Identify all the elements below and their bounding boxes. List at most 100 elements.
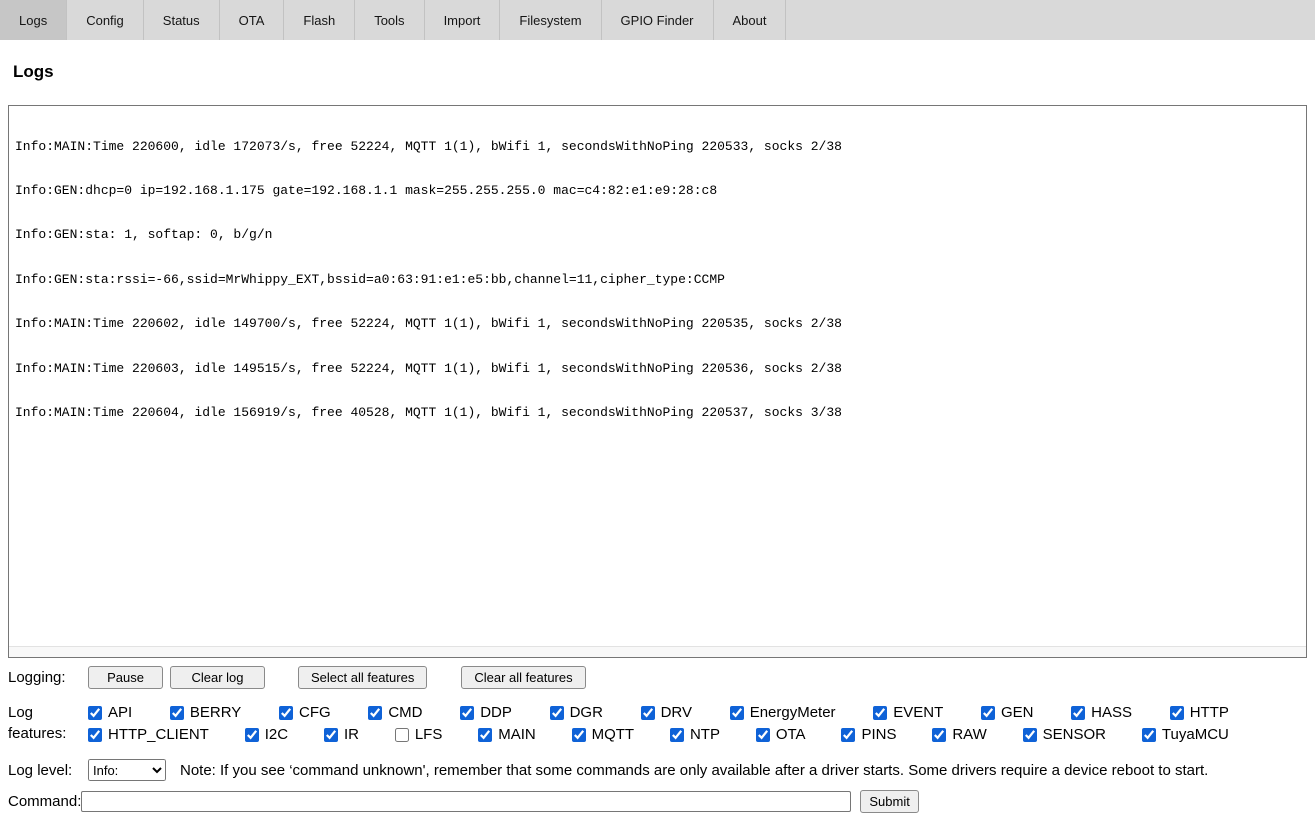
feature-checkbox-energymeter[interactable] [729, 705, 744, 720]
tab-config[interactable]: Config [67, 0, 144, 40]
tab-about[interactable]: About [714, 0, 787, 40]
logging-label: Logging: [8, 669, 66, 686]
feature-checkbox-ddp[interactable] [460, 705, 475, 720]
tab-status[interactable]: Status [144, 0, 220, 40]
log-features-label: Log features: [8, 704, 67, 742]
feature-item-mqtt[interactable]: MQTT [571, 726, 635, 743]
feature-item-http-client[interactable]: HTTP_CLIENT [88, 726, 209, 743]
feature-item-ddp[interactable]: DDP [460, 704, 512, 721]
log-line: Info:MAIN:Time 220600, idle 172073/s, fr… [15, 138, 842, 154]
feature-item-berry[interactable]: BERRY [169, 704, 242, 721]
feature-item-api[interactable]: API [88, 704, 132, 721]
feature-label: DGR [569, 704, 603, 721]
feature-item-tuyamcu[interactable]: TuyaMCU [1141, 726, 1229, 743]
feature-item-http[interactable]: HTTP [1169, 704, 1229, 721]
feature-label: PINS [861, 726, 897, 743]
tab-gpio-finder[interactable]: GPIO Finder [602, 0, 714, 40]
feature-checkbox-event[interactable] [873, 705, 888, 720]
feature-item-i2c[interactable]: I2C [244, 726, 289, 743]
feature-checkbox-cmd[interactable] [368, 705, 383, 720]
feature-item-cfg[interactable]: CFG [278, 704, 331, 721]
feature-label: HTTP_CLIENT [108, 726, 209, 743]
tab-logs[interactable]: Logs [0, 0, 68, 40]
horizontal-scrollbar[interactable] [9, 646, 1306, 657]
feature-item-raw[interactable]: RAW [932, 726, 987, 743]
tab-flash[interactable]: Flash [284, 0, 356, 40]
feature-item-main[interactable]: MAIN [478, 726, 536, 743]
command-input[interactable] [81, 791, 852, 812]
feature-checkbox-cfg[interactable] [278, 705, 293, 720]
feature-item-ir[interactable]: IR [323, 726, 359, 743]
feature-label: I2C [264, 726, 289, 743]
log-line: Info:GEN:dhcp=0 ip=192.168.1.175 gate=19… [15, 182, 718, 198]
feature-item-lfs[interactable]: LFS [394, 726, 443, 743]
submit-button[interactable]: Submit [860, 790, 919, 813]
tab-filesystem[interactable]: Filesystem [500, 0, 602, 40]
feature-label: SENSOR [1042, 726, 1107, 743]
logs-page: Logs Config Status OTA Flash Tools Impor… [0, 0, 1315, 813]
feature-label: OTA [775, 726, 806, 743]
feature-checkbox-main[interactable] [478, 727, 493, 742]
feature-checkbox-drv[interactable] [640, 705, 655, 720]
feature-item-drv[interactable]: DRV [640, 704, 692, 721]
log-line: Info:MAIN:Time 220602, idle 149700/s, fr… [15, 316, 842, 332]
feature-item-gen[interactable]: GEN [980, 704, 1034, 721]
feature-label: API [108, 704, 133, 721]
pause-button[interactable]: Pause [88, 666, 163, 689]
feature-item-energymeter[interactable]: EnergyMeter [729, 704, 836, 721]
feature-label: HTTP [1189, 704, 1229, 721]
feature-checkbox-mqtt[interactable] [571, 727, 586, 742]
feature-label: DDP [480, 704, 512, 721]
tab-ota[interactable]: OTA [220, 0, 285, 40]
feature-item-ota[interactable]: OTA [755, 726, 806, 743]
feature-item-hass[interactable]: HASS [1071, 704, 1132, 721]
select-all-features-button[interactable]: Select all features [298, 666, 428, 689]
feature-checkbox-berry[interactable] [169, 705, 184, 720]
feature-checkbox-ntp[interactable] [669, 727, 684, 742]
feature-checkbox-ir[interactable] [323, 727, 338, 742]
feature-checkbox-hass[interactable] [1071, 705, 1086, 720]
feature-item-sensor[interactable]: SENSOR [1022, 726, 1107, 743]
feature-checkbox-api[interactable] [88, 705, 102, 720]
feature-label: LFS [414, 726, 443, 743]
feature-label: EVENT [893, 704, 944, 721]
feature-item-ntp[interactable]: NTP [669, 726, 720, 743]
feature-checkbox-grid: API BERRY CFG CMD DDP DGR DRV EnergyMete… [88, 702, 1229, 745]
feature-label: CFG [298, 704, 331, 721]
feature-checkbox-http-client[interactable] [88, 727, 102, 742]
page-title: Logs [13, 62, 54, 81]
feature-checkbox-gen[interactable] [980, 705, 995, 720]
feature-checkbox-ota[interactable] [755, 727, 770, 742]
tab-tools[interactable]: Tools [355, 0, 425, 40]
log-level-select[interactable]: Info: [88, 759, 166, 781]
clear-log-button[interactable]: Clear log [170, 666, 265, 689]
feature-label: BERRY [189, 704, 242, 721]
clear-all-features-button[interactable]: Clear all features [461, 666, 586, 689]
feature-item-dgr[interactable]: DGR [549, 704, 603, 721]
feature-item-event[interactable]: EVENT [873, 704, 943, 721]
feature-checkbox-sensor[interactable] [1022, 727, 1037, 742]
feature-label: EnergyMeter [749, 704, 836, 721]
feature-item-pins[interactable]: PINS [841, 726, 896, 743]
feature-checkbox-dgr[interactable] [549, 705, 564, 720]
log-level-label: Log level: [8, 761, 73, 779]
log-line: Info:MAIN:Time 220603, idle 149515/s, fr… [15, 360, 842, 376]
feature-label: IR [343, 726, 359, 743]
feature-item-cmd[interactable]: CMD [368, 704, 423, 721]
log-output-area[interactable]: Info:MAIN:Time 220600, idle 172073/s, fr… [8, 105, 1307, 658]
feature-label: GEN [1000, 704, 1034, 721]
log-line: Info:GEN:sta: 1, softap: 0, b/g/n [15, 227, 273, 243]
feature-checkbox-tuyamcu[interactable] [1141, 727, 1156, 742]
feature-label: HASS [1091, 704, 1133, 721]
feature-checkbox-pins[interactable] [841, 727, 856, 742]
feature-checkbox-raw[interactable] [932, 727, 947, 742]
tab-import[interactable]: Import [425, 0, 501, 40]
feature-checkbox-i2c[interactable] [244, 727, 259, 742]
feature-label: MAIN [498, 726, 536, 743]
tab-bar: Logs Config Status OTA Flash Tools Impor… [0, 0, 1315, 40]
command-label: Command: [8, 793, 82, 810]
feature-checkbox-lfs[interactable] [394, 727, 409, 742]
feature-checkbox-http[interactable] [1169, 705, 1184, 720]
feature-label: MQTT [591, 726, 635, 743]
log-line: Info:GEN:sta:rssi=-66,ssid=MrWhippy_EXT,… [15, 271, 725, 287]
